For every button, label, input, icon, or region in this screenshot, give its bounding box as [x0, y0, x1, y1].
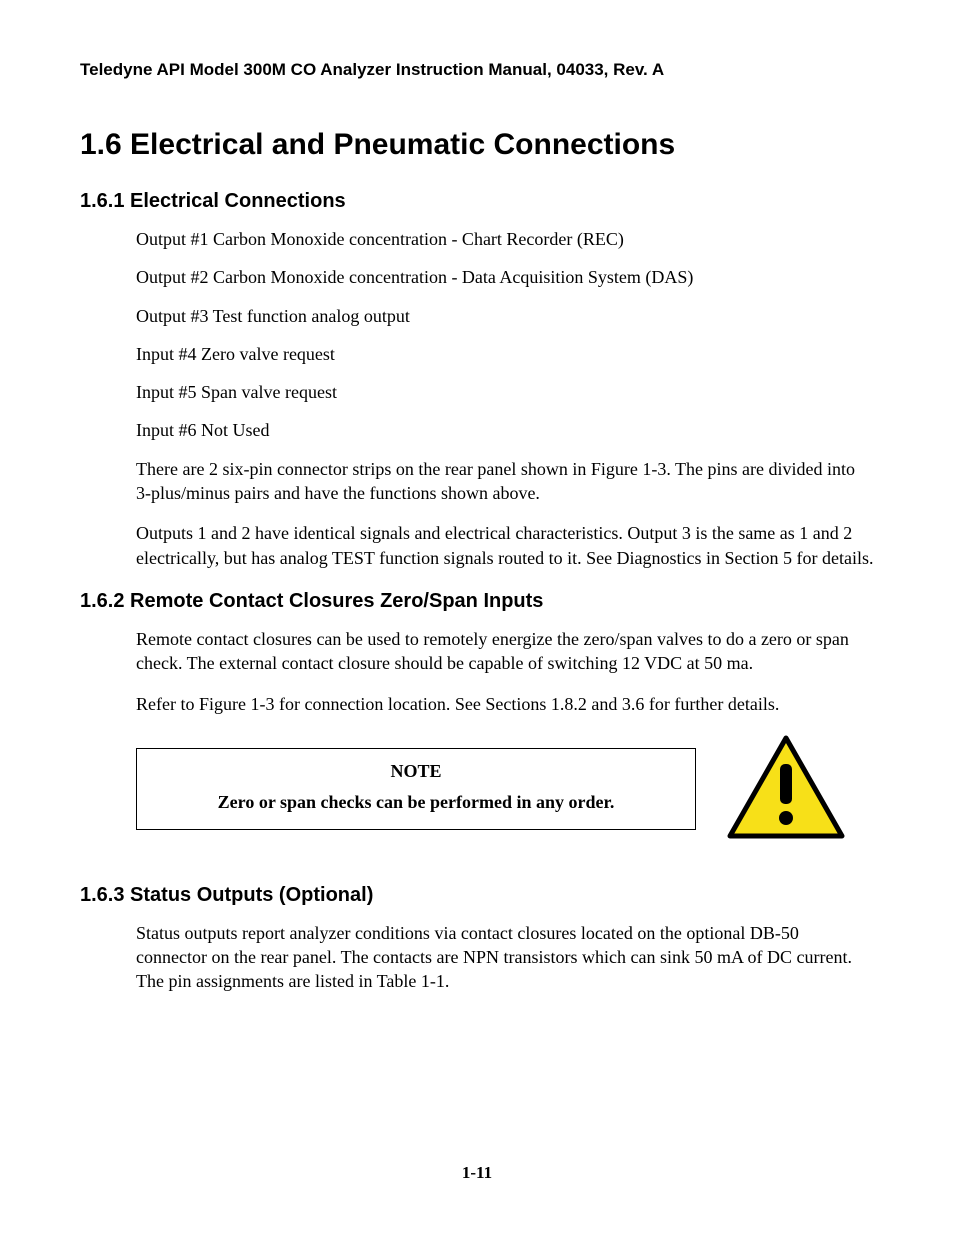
io-line: Output #2 Carbon Monoxide concentration … [136, 265, 874, 289]
page-number: 1-11 [0, 1163, 954, 1183]
note-row: NOTE Zero or span checks can be performe… [136, 734, 874, 844]
note-title: NOTE [157, 761, 675, 782]
paragraph: There are 2 six-pin connector strips on … [136, 457, 874, 506]
io-line: Input #6 Not Used [136, 418, 874, 442]
io-line: Input #4 Zero valve request [136, 342, 874, 366]
document-header: Teledyne API Model 300M CO Analyzer Inst… [80, 60, 874, 80]
section-title: 1.6 Electrical and Pneumatic Connections [80, 128, 874, 162]
subsection-body-3: Status outputs report analyzer condition… [136, 921, 874, 994]
note-body: Zero or span checks can be performed in … [157, 792, 675, 813]
warning-triangle-icon [726, 734, 846, 844]
subsection-title-3: 1.6.3 Status Outputs (Optional) [80, 884, 874, 907]
subsection-body-2: Remote contact closures can be used to r… [136, 627, 874, 844]
paragraph: Remote contact closures can be used to r… [136, 627, 874, 676]
io-line: Output #1 Carbon Monoxide concentration … [136, 227, 874, 251]
paragraph: Refer to Figure 1-3 for connection locat… [136, 692, 874, 716]
paragraph: Outputs 1 and 2 have identical signals a… [136, 521, 874, 570]
io-line: Output #3 Test function analog output [136, 304, 874, 328]
subsection-title-2: 1.6.2 Remote Contact Closures Zero/Span … [80, 590, 874, 613]
document-page: Teledyne API Model 300M CO Analyzer Inst… [0, 0, 954, 1235]
io-line: Input #5 Span valve request [136, 380, 874, 404]
subsection-body-1: Output #1 Carbon Monoxide concentration … [136, 227, 874, 570]
subsection-title-1: 1.6.1 Electrical Connections [80, 190, 874, 213]
note-box: NOTE Zero or span checks can be performe… [136, 748, 696, 830]
paragraph: Status outputs report analyzer condition… [136, 921, 874, 994]
